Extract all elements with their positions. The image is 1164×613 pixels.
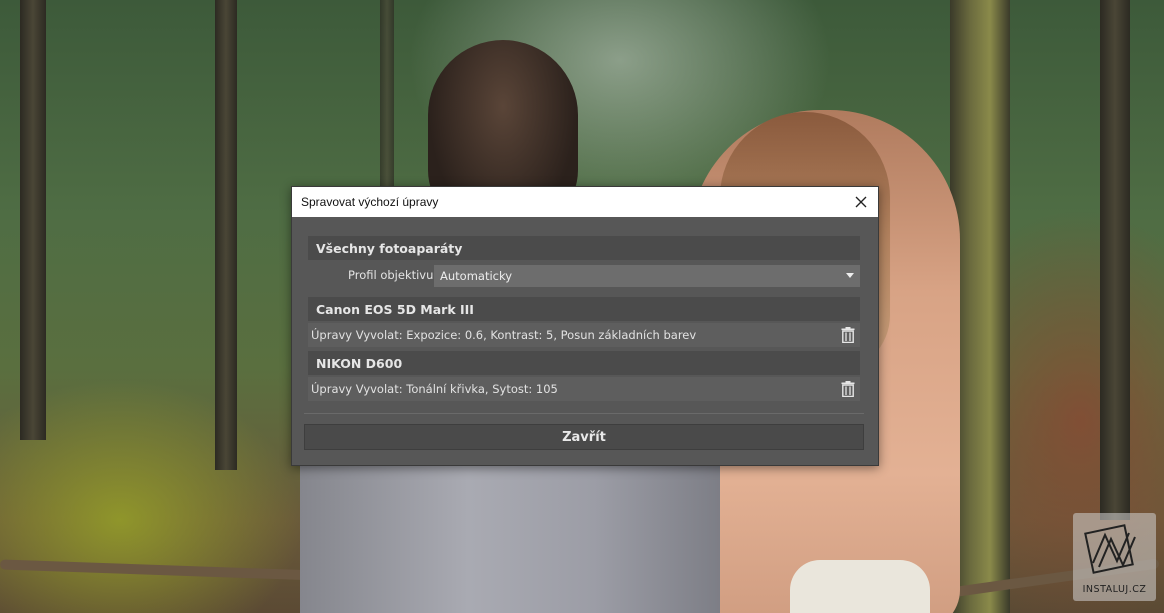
delete-canon-adjustments-button[interactable] bbox=[839, 326, 857, 344]
dialog-separator bbox=[304, 413, 864, 414]
manage-default-adjustments-dialog: Spravovat výchozí úpravy Všechny fotoapa… bbox=[291, 186, 879, 466]
lens-profile-label: Profil objektivu bbox=[348, 268, 434, 282]
trash-icon bbox=[841, 381, 855, 397]
section-header-nikon: NIKON D600 bbox=[308, 351, 860, 375]
dialog-titlebar: Spravovat výchozí úpravy bbox=[292, 187, 878, 217]
section-header-all-cameras: Všechny fotoaparáty bbox=[308, 236, 860, 260]
delete-nikon-adjustments-button[interactable] bbox=[839, 380, 857, 398]
nikon-adjustments-text: Úpravy Vyvolat: Tonální křivka, Sytost: … bbox=[311, 382, 558, 396]
section-header-canon: Canon EOS 5D Mark III bbox=[308, 297, 860, 321]
lens-profile-select[interactable]: Automaticky bbox=[434, 265, 860, 287]
instaluj-watermark-logo: INSTALUJ.CZ bbox=[1073, 513, 1156, 601]
lens-profile-value: Automaticky bbox=[440, 269, 513, 283]
trash-icon bbox=[841, 327, 855, 343]
close-button[interactable]: Zavřít bbox=[304, 424, 864, 450]
nikon-adjustments-row: Úpravy Vyvolat: Tonální křivka, Sytost: … bbox=[308, 377, 860, 401]
close-window-button[interactable] bbox=[844, 187, 878, 217]
canon-adjustments-row: Úpravy Vyvolat: Expozice: 0.6, Kontrast:… bbox=[308, 323, 860, 347]
dialog-title: Spravovat výchozí úpravy bbox=[301, 195, 439, 209]
chevron-down-icon bbox=[846, 273, 854, 278]
canon-adjustments-text: Úpravy Vyvolat: Expozice: 0.6, Kontrast:… bbox=[311, 328, 697, 342]
close-icon bbox=[855, 196, 867, 208]
watermark-text: INSTALUJ.CZ bbox=[1082, 584, 1147, 595]
watermark-icon bbox=[1084, 524, 1136, 574]
